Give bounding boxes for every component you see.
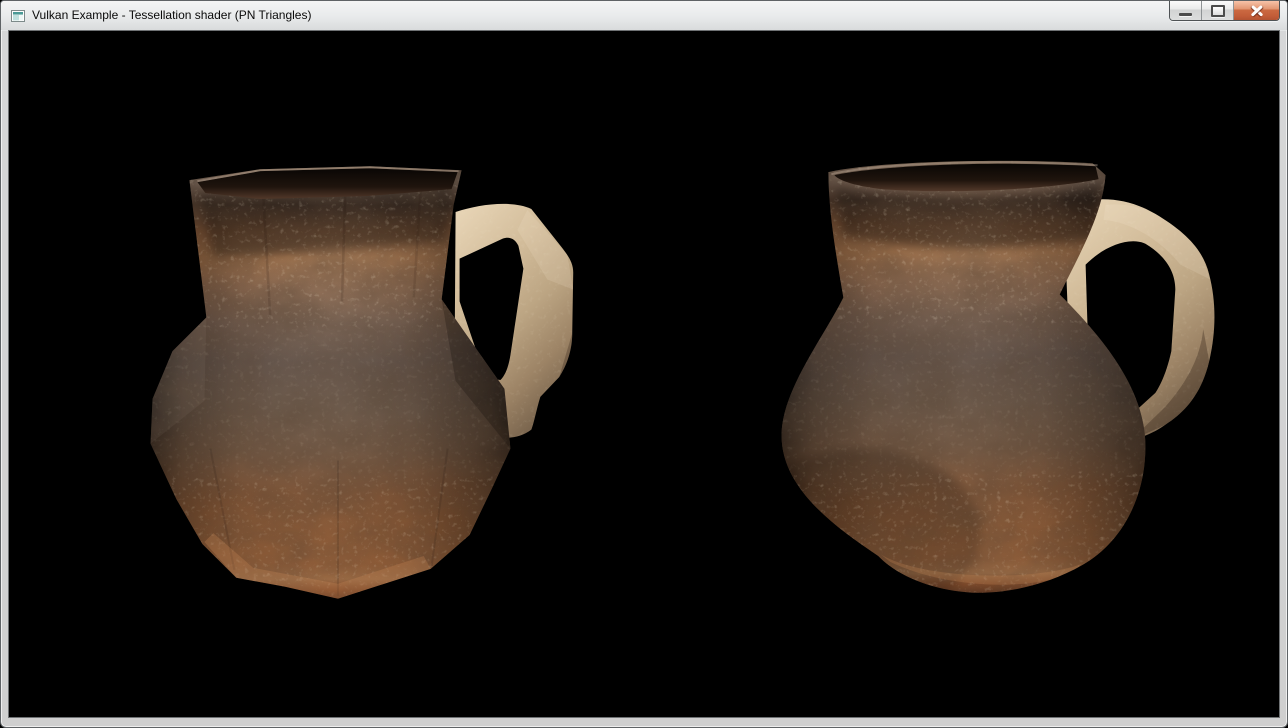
maximize-button[interactable]: [1202, 1, 1234, 20]
minimize-icon: [1179, 13, 1192, 16]
clay-jug-right: [742, 150, 1220, 617]
close-button[interactable]: [1234, 1, 1279, 20]
clay-jug-left: [139, 155, 588, 607]
app-icon-glyph: [10, 8, 26, 24]
close-icon: [1249, 4, 1264, 17]
window-title: Vulkan Example - Tessellation shader (PN…: [32, 1, 311, 30]
maximize-icon: [1211, 5, 1225, 17]
app-window: Vulkan Example - Tessellation shader (PN…: [0, 0, 1288, 728]
titlebar[interactable]: Vulkan Example - Tessellation shader (PN…: [1, 1, 1287, 30]
minimize-button[interactable]: [1170, 1, 1202, 20]
window-controls: [1169, 1, 1280, 21]
rendered-scene: [9, 31, 1279, 717]
render-viewport[interactable]: [8, 30, 1280, 718]
app-icon: [10, 8, 26, 24]
